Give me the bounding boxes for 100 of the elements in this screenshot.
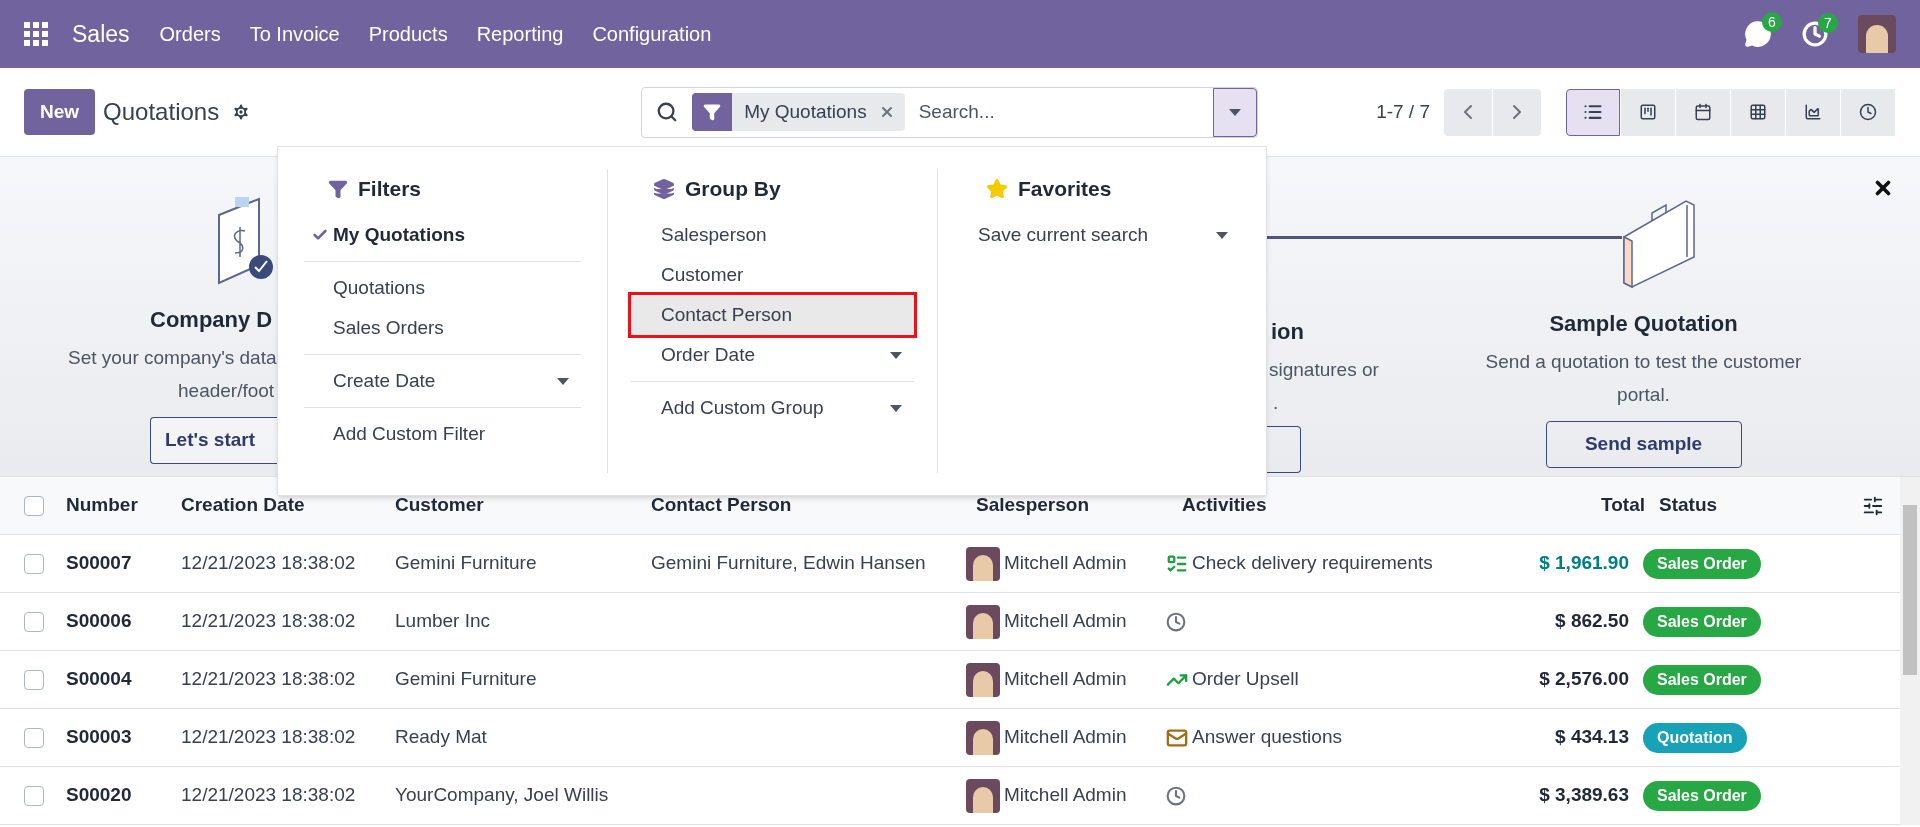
select-all-checkbox[interactable] (24, 495, 44, 516)
row-checkbox[interactable] (24, 669, 44, 690)
page-title: Quotations (103, 97, 220, 127)
table-cell-text: Mitchell Admin (1004, 667, 1127, 692)
status-badge: Sales Order (1643, 606, 1761, 637)
search-options-toggle[interactable] (1213, 87, 1258, 137)
favorites-option[interactable]: Save current search (964, 215, 1240, 255)
column-header[interactable]: Number (66, 491, 181, 520)
view-switch-button[interactable] (1786, 88, 1840, 136)
card-description: Set your company's data (68, 346, 277, 370)
status-badge: Sales Order (1643, 664, 1761, 695)
section-title: Group By (685, 176, 781, 203)
group-by-option[interactable]: Order Date (631, 335, 914, 375)
table-cell: Gemini Furniture, Edwin Hansen (651, 552, 926, 574)
row-checkbox[interactable] (24, 727, 44, 748)
column-header[interactable]: Total (1472, 491, 1659, 520)
view-switch-button[interactable] (1621, 88, 1675, 136)
filter-option[interactable]: Create Date (304, 361, 581, 401)
column-header[interactable]: Activities (1182, 491, 1472, 520)
view-switch-button[interactable] (1731, 88, 1785, 136)
view-switch-button[interactable] (1566, 88, 1620, 136)
group-by-option[interactable]: Customer (631, 255, 914, 295)
check-icon (312, 227, 328, 243)
avatar (966, 546, 1000, 581)
table-cell-text: Mitchell Admin (1004, 783, 1127, 808)
table-row[interactable]: S00006 12/21/2023 18:38:02 Lumber Inc Mitchell Admin $ 862.50 Sales Order (0, 593, 1900, 651)
table-cell-text: Gemini Furniture (395, 551, 538, 576)
row-checkbox[interactable] (24, 553, 44, 574)
column-settings-icon[interactable] (1862, 494, 1884, 517)
kanban-icon (1639, 103, 1657, 121)
clock-icon[interactable] (1166, 785, 1186, 806)
card-description: portal. (1617, 382, 1670, 407)
start-button[interactable]: Let's start (150, 417, 277, 464)
table-cell-text: Mitchell Admin (1004, 725, 1127, 750)
table-cell-text: YourCompany, Joel Willis (395, 783, 610, 808)
area-chart-icon (1804, 103, 1822, 121)
notification-badge: 7 (1818, 13, 1838, 33)
avatar (1858, 15, 1896, 53)
filter-option[interactable]: Sales Orders (304, 308, 581, 348)
table-cell-text: Gemini Furniture (395, 667, 538, 692)
table-cell-text: Lumber Inc (395, 609, 492, 634)
caret-icon (890, 351, 902, 359)
notification-badge: 6 (1762, 12, 1782, 32)
search-input[interactable]: Search... (918, 97, 1214, 127)
clock-icon[interactable] (1166, 611, 1186, 632)
list-icon (1583, 102, 1603, 122)
menu-item[interactable]: To Invoice (249, 19, 340, 49)
filter-option[interactable]: My Quotations (304, 215, 581, 255)
table-row[interactable]: S00003 12/21/2023 18:38:02 Ready Mat Mitchell Admin Answer questions $ 434.13 Quotation (0, 709, 1900, 767)
table-cell-text: S00007 (66, 551, 133, 576)
status-badge: Sales Order (1643, 548, 1761, 579)
table-cell-text: S00003 (66, 725, 133, 750)
card-description: . (1273, 390, 1280, 415)
table-cell-text: 12/21/2023 18:38:02 (181, 551, 357, 576)
send-sample-button[interactable]: Send sample (1545, 421, 1742, 468)
search-field[interactable]: My Quotations Search... (641, 86, 1259, 138)
new-button[interactable]: New (24, 89, 96, 135)
row-checkbox[interactable] (24, 785, 44, 806)
view-switch-button[interactable] (1676, 88, 1730, 136)
table-row[interactable]: S00007 12/21/2023 18:38:02 Gemini Furniture Gemini Furniture, Edwin Hansen Mitchell Admin Check delivery requirements $ 1,961.90 Sales Order (0, 535, 1900, 593)
apps-menu-icon[interactable] (24, 22, 48, 46)
group-by-option[interactable]: Add Custom Group (631, 388, 914, 428)
pager-value[interactable]: 1-7 / 7 (1376, 97, 1430, 127)
grid-icon (1749, 103, 1767, 121)
activity-label: Order Upsell (1192, 667, 1299, 692)
activity-label: Check delivery requirements (1192, 551, 1433, 576)
column-header[interactable]: Status (1659, 491, 1839, 520)
status-badge: Quotation (1643, 722, 1747, 753)
app-name[interactable]: Sales (72, 16, 130, 52)
section-title: Favorites (1018, 176, 1112, 203)
group-by-option[interactable]: Salesperson (631, 215, 914, 255)
caret-icon (890, 404, 902, 412)
scrollbar[interactable] (1900, 477, 1920, 825)
filter-icon (703, 103, 722, 121)
group-by-option[interactable]: Contact Person (631, 295, 914, 335)
menu-item[interactable]: Reporting (476, 19, 564, 49)
filter-option[interactable]: Quotations (304, 268, 581, 308)
table-cell-text: 12/21/2023 18:38:02 (181, 609, 357, 634)
facet-label: My Quotations (743, 99, 868, 124)
table-cell-text: S00004 (66, 667, 133, 692)
table-row[interactable]: S00020 12/21/2023 18:38:02 YourCompany, Joel Willis Mitchell Admin $ 3,389.63 Sales Order (0, 767, 1900, 825)
caret-icon (1216, 231, 1228, 239)
search-icon[interactable] (656, 101, 679, 123)
table-cell: $ 1,961.90 (1539, 552, 1629, 574)
activity-label: Answer questions (1192, 725, 1342, 750)
menu-item[interactable]: Products (368, 19, 448, 49)
view-switch-button[interactable] (1841, 88, 1895, 136)
table-cell-text: 12/21/2023 18:38:02 (181, 783, 357, 808)
table-cell: $ 862.50 (1555, 610, 1629, 632)
filter-icon (328, 179, 348, 199)
star-icon (986, 178, 1008, 200)
avatar (966, 720, 1000, 755)
table-cell-text: 12/21/2023 18:38:02 (181, 725, 357, 750)
row-checkbox[interactable] (24, 611, 44, 632)
table-row[interactable]: S00004 12/21/2023 18:38:02 Gemini Furniture Mitchell Admin Order Upsell $ 2,576.00 Sales Order (0, 651, 1900, 709)
card-title: Company D (150, 306, 273, 334)
table-cell-text: S00020 (66, 783, 133, 808)
filter-option[interactable]: Add Custom Filter (304, 414, 581, 454)
menu-item[interactable]: Orders (159, 19, 221, 49)
menu-item[interactable]: Configuration (592, 19, 712, 49)
